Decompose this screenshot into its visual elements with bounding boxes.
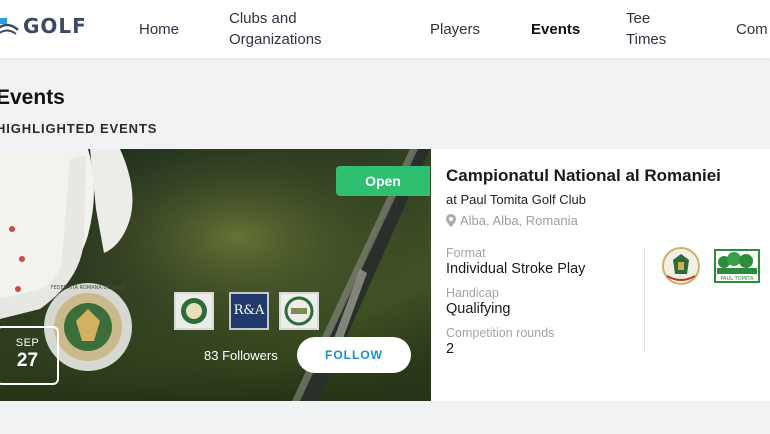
- logo-text: GOLF: [23, 14, 87, 38]
- club-logo[interactable]: PAUL TOMITA: [714, 246, 760, 291]
- nav-clubs-and-organizations[interactable]: Clubs and Organizations: [229, 8, 339, 50]
- ball-text: FEDERATIA ROMANA DE GOLF: [51, 285, 126, 291]
- format-label: Format: [446, 246, 486, 260]
- event-location: Alba, Alba, Romania: [446, 213, 578, 228]
- page-title: Events: [0, 86, 65, 109]
- status-badge: Open: [336, 166, 430, 196]
- date-day: 27: [16, 350, 39, 371]
- event-title[interactable]: Campionatul National al Romaniei: [446, 166, 721, 186]
- nav-home[interactable]: Home: [139, 19, 179, 40]
- federation-logo[interactable]: [661, 246, 701, 291]
- nav-events[interactable]: Events: [531, 19, 580, 40]
- date-month: SEP: [15, 337, 40, 349]
- follow-button[interactable]: FOLLOW: [297, 337, 411, 373]
- section-title: HIGHLIGHTED EVENTS: [0, 121, 158, 136]
- competition-rounds-label: Competition rounds: [446, 326, 555, 340]
- golf-logo[interactable]: GOLF: [0, 14, 87, 38]
- nav-players[interactable]: Players: [430, 19, 480, 40]
- sponsor-logo-1: [174, 292, 214, 330]
- event-card[interactable]: FEDERATIA ROMANA DE GOLF R&A Open SEP 27…: [0, 149, 770, 401]
- golf-logo-icon: [0, 18, 19, 35]
- handicap-value: Qualifying: [446, 301, 511, 317]
- handicap-label: Handicap: [446, 286, 499, 300]
- sponsor-logo-2: R&A: [229, 292, 269, 330]
- sponsor-logo-3: [279, 292, 319, 330]
- event-hero-image[interactable]: FEDERATIA ROMANA DE GOLF R&A Open SEP 27…: [0, 149, 431, 401]
- location-pin-icon: [446, 214, 456, 227]
- format-value: Individual Stroke Play: [446, 261, 586, 277]
- event-venue[interactable]: at Paul Tomita Golf Club: [446, 192, 586, 207]
- club-logo-text: PAUL TOMITA: [720, 276, 754, 282]
- location-text: Alba, Alba, Romania: [460, 213, 578, 228]
- followers-count: 83 Followers: [204, 348, 278, 363]
- competition-rounds-value: 2: [446, 341, 455, 357]
- nav-community[interactable]: Com: [736, 19, 768, 40]
- top-navigation-bar: GOLF Home Clubs and Organizations Player…: [0, 0, 770, 58]
- event-date: SEP 27: [0, 326, 59, 385]
- details-divider: [644, 247, 645, 351]
- nav-tee-times[interactable]: Tee Times: [626, 8, 676, 50]
